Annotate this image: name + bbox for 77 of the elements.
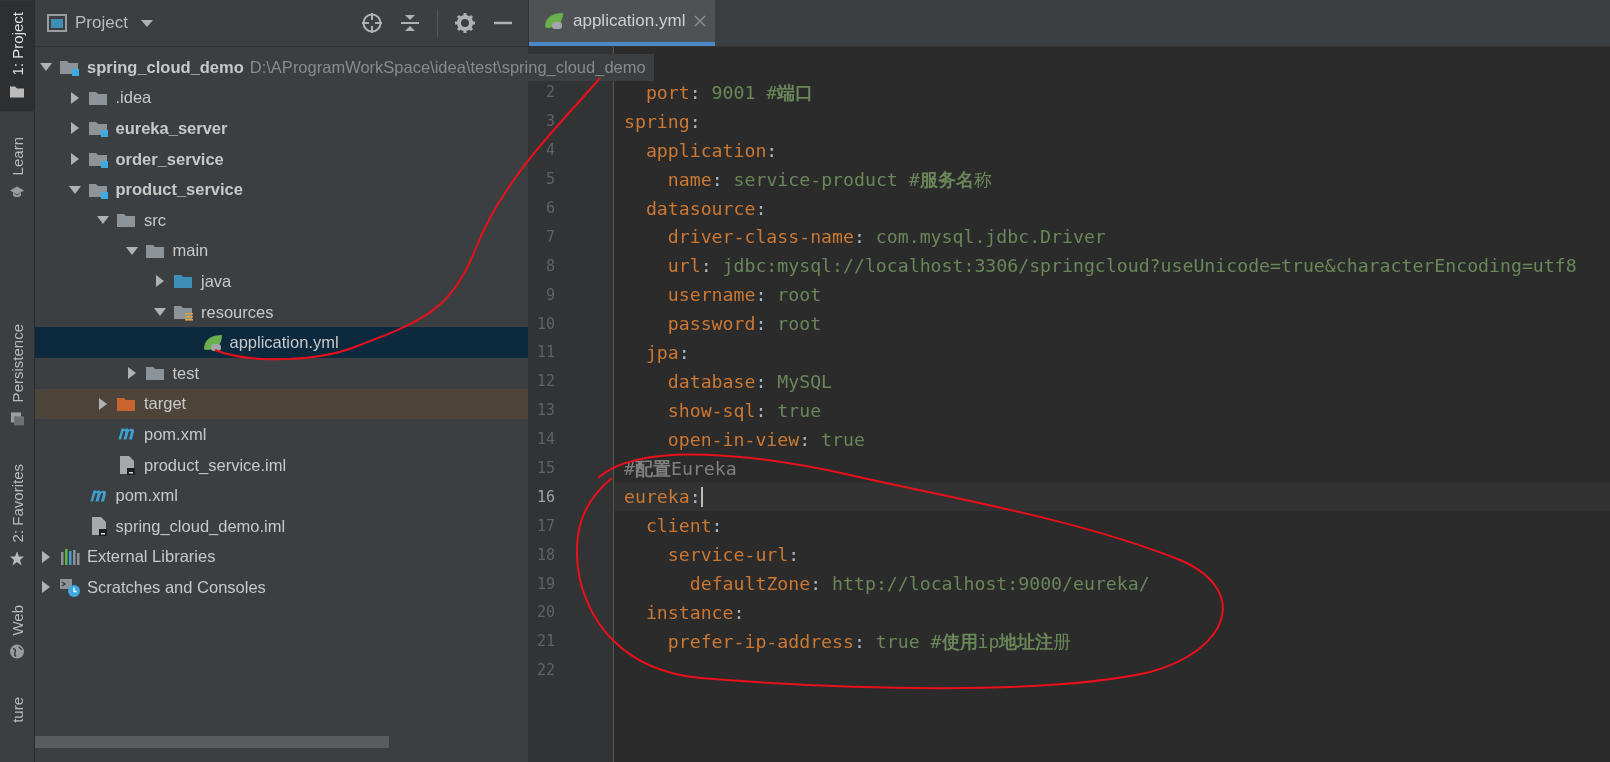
tool-window-tab[interactable]: Web (0, 592, 34, 672)
code-line: application: (644, 139, 778, 161)
tool-window-tab[interactable]: 2: Favorites (0, 452, 34, 579)
tree-item-label: pom.xml (144, 424, 207, 444)
code-line: database: MySQL (666, 370, 833, 392)
code-line: show-sql: true (666, 399, 822, 421)
tree-item-label: pom.xml (115, 486, 178, 506)
globe-icon (9, 643, 25, 660)
code-line: name: service-product #服务名称 (666, 167, 992, 192)
code-line: defaultZone: http://localhost:9000/eureka/ (688, 573, 1150, 595)
tree-item-label: java (201, 271, 232, 291)
code-line: instance: (644, 601, 745, 623)
tree-item-label: External Libraries (87, 547, 216, 567)
editor-tab[interactable]: application.yml (529, 0, 716, 46)
code-line: client: (644, 515, 723, 537)
tree-row[interactable]: main (35, 235, 528, 267)
tree-item-label: main (172, 241, 209, 261)
tree-row[interactable]: product_service.iml (35, 449, 528, 481)
tree-item-label: product_service (115, 180, 243, 200)
code-line: open-in-view: true (666, 428, 865, 450)
code-line: jpa: (644, 341, 690, 363)
code-line: username: root (666, 284, 822, 306)
code-line: prefer-ip-address: true #使用ip地址注册 (666, 629, 1072, 654)
code-line: port: 9001 #端口 (644, 80, 814, 105)
scrollbar-thumb[interactable] (35, 736, 389, 748)
code-line: driver-class-name: com.mysql.jdbc.Driver (666, 226, 1106, 248)
library-icon (59, 546, 81, 567)
tool-window-tab[interactable]: Persistence (0, 311, 34, 439)
star-icon (9, 550, 25, 567)
tree-item-label: .idea (115, 88, 152, 108)
maven-icon (118, 428, 135, 441)
leaf-icon (201, 332, 224, 353)
tree-row[interactable]: application.yml (35, 327, 528, 358)
tree-item-label: Scratches and Consoles (87, 577, 266, 597)
tree-row[interactable]: spring_cloud_demo.iml (35, 510, 528, 542)
panel-title: Project (75, 13, 128, 33)
tree-row[interactable]: test (35, 357, 528, 389)
code-comment: #配置Eureka (624, 456, 737, 481)
tree-row[interactable]: External Libraries (35, 541, 528, 573)
code-line: spring: (624, 110, 701, 132)
tree-item-label: resources (201, 302, 274, 322)
tool-window-tab[interactable]: ture (0, 685, 34, 735)
tree-row[interactable]: java (35, 266, 528, 297)
window-icon (47, 14, 67, 32)
tree-item-label: target (144, 394, 187, 414)
tree-row[interactable]: order_service (35, 143, 528, 175)
code-line: service-url: (666, 544, 800, 566)
tree-item-label: spring_cloud_demo.iml (115, 516, 286, 536)
tree-item-label: order_service (115, 149, 224, 169)
tree-item-label: product_service.iml (144, 455, 287, 475)
tree-item-label: application.yml (229, 333, 339, 353)
tool-window-tab[interactable]: Learn (0, 125, 34, 212)
tree-row[interactable]: .idea (35, 82, 528, 114)
maven-icon (89, 489, 107, 502)
tree-item-label: test (172, 363, 200, 383)
line-number: 16 (535, 487, 555, 506)
tree-row[interactable]: eureka_server (35, 113, 528, 144)
tool-window-tab[interactable]: 1: Project (0, 0, 34, 112)
folder-icon (9, 83, 25, 100)
tree-item-label: spring_cloud_demo (87, 57, 244, 77)
code-line: password: root (666, 313, 822, 335)
code-line: eureka: (624, 486, 701, 508)
scratch-console-icon (59, 577, 81, 598)
tree-item-label: eureka_server (115, 119, 228, 138)
tree-row[interactable]: pom.xml (35, 419, 528, 450)
code-line: url: jdbc:mysql://localhost:3306/springcloud?useUnicode=true&characterEncoding=utf8 (666, 255, 1577, 277)
leaf-icon (543, 11, 565, 31)
text-caret (700, 486, 703, 507)
tree-row[interactable]: src (35, 204, 528, 236)
tree-row[interactable]: Scratches and Consoles (35, 572, 528, 603)
close-icon (693, 14, 708, 28)
tree-item-label: src (144, 210, 166, 230)
code-line: datasource: (644, 197, 767, 219)
tree-row[interactable]: resources (35, 296, 528, 328)
tree-row[interactable]: product_service (35, 174, 528, 205)
tree-row[interactable]: target (35, 388, 528, 420)
tree-row[interactable]: pom.xml (35, 480, 528, 511)
